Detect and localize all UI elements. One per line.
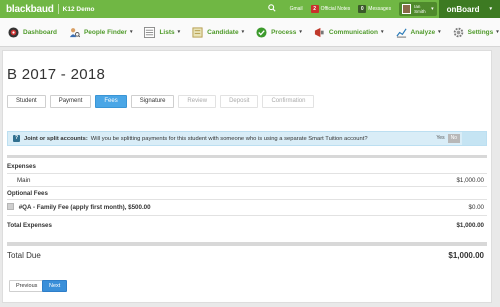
chevron-down-icon: ▾	[496, 29, 499, 35]
optional-fee-checkbox[interactable]	[7, 202, 14, 210]
alert-title: Joint or split accounts:	[24, 135, 88, 142]
tab-signature[interactable]: Signature	[130, 95, 175, 108]
official-notes-count: 2	[310, 5, 319, 13]
nav-label: Dashboard	[23, 28, 57, 36]
optional-fee-label: #QA - Family Fee (apply first month), $5…	[18, 204, 151, 211]
official-notes-label: Official Notes	[320, 6, 351, 12]
main-fee-label: Main	[17, 177, 31, 184]
divider	[7, 173, 487, 174]
no-button[interactable]: No	[447, 134, 460, 143]
total-due-label: Total Due	[7, 251, 41, 260]
tab-fees[interactable]: Fees	[95, 95, 127, 108]
user-last-name: Smith	[414, 9, 426, 14]
total-due-row: Total Due $1,000.00	[7, 251, 487, 260]
nav-label: Process	[271, 28, 297, 36]
messages-label: Messages	[368, 6, 392, 12]
main-nav: Dashboard People Finder ▾ Lists ▾ Candid…	[0, 18, 500, 47]
people-icon	[69, 27, 81, 38]
table-row: #QA - Family Fee (apply first month), $5…	[7, 202, 487, 211]
tab-student[interactable]: Student	[7, 95, 46, 108]
dashboard-icon	[8, 26, 19, 38]
chevron-down-icon: ▾	[438, 29, 441, 35]
chevron-down-icon: ▾	[129, 29, 133, 35]
optional-fees-heading: Optional Fees	[7, 190, 48, 197]
nav-item-people-finder[interactable]: People Finder ▾	[69, 27, 133, 38]
nav-label: Communication	[328, 28, 379, 36]
table-header-bar	[7, 155, 487, 158]
brand-logo[interactable]: blackbaud	[6, 4, 54, 15]
total-expenses-amount: $1,000.00	[456, 222, 484, 229]
nav-item-settings[interactable]: Settings ▾	[453, 27, 499, 38]
yes-no-toggle: Yes No	[433, 134, 460, 143]
next-button[interactable]: Next	[42, 280, 68, 292]
search-icon[interactable]	[267, 4, 276, 14]
tab-review: Review	[178, 95, 217, 108]
table-row: Total Expenses $1,000.00	[7, 222, 487, 229]
lists-icon	[144, 26, 156, 38]
nav-item-communication[interactable]: Communication ▾	[314, 27, 384, 38]
messages-link[interactable]: 0 Messages	[358, 5, 391, 13]
nav-item-candidate[interactable]: Candidate ▾	[192, 26, 245, 38]
nav-label: Candidate	[207, 28, 239, 36]
process-check-icon	[256, 26, 267, 38]
user-name: Ian Smith	[414, 4, 428, 14]
alert-message: Will you be splitting payments for this …	[90, 135, 368, 142]
chevron-down-icon: ▾	[241, 29, 245, 35]
candidate-icon	[192, 26, 203, 38]
main-fee-amount: $1,000.00	[456, 177, 484, 184]
chevron-down-icon: ▾	[299, 29, 302, 35]
split-account-alert: ? Joint or split accounts: Will you be s…	[7, 131, 487, 146]
chevron-down-icon: ▾	[381, 29, 384, 35]
page-title: B 2017 - 2018	[7, 66, 106, 83]
megaphone-icon	[314, 27, 325, 38]
optional-fee-amount: $0.00	[468, 204, 484, 211]
nav-item-lists[interactable]: Lists ▾	[144, 26, 181, 38]
info-icon: ?	[13, 135, 20, 142]
brand-divider	[57, 4, 59, 14]
nav-label: Analyze	[410, 28, 436, 36]
product-name: onBoard	[446, 4, 480, 14]
divider	[7, 199, 487, 200]
yes-button[interactable]: Yes	[433, 134, 447, 143]
tab-payment[interactable]: Payment	[49, 95, 92, 108]
gmail-link[interactable]: Gmail	[290, 6, 303, 12]
nav-label: Lists	[159, 28, 175, 36]
divider	[7, 215, 487, 216]
tab-deposit: Deposit	[220, 95, 259, 108]
chart-icon	[395, 27, 407, 38]
nav-item-dashboard[interactable]: Dashboard	[8, 26, 57, 38]
step-tabs: Student Payment Fees Signature Review De…	[7, 95, 318, 108]
gear-icon	[453, 27, 464, 38]
top-bar-right: Gmail 2 Official Notes 0 Messages Ian Sm…	[267, 0, 500, 18]
nav-label: Settings	[467, 28, 494, 36]
top-bar: blackbaud K12 Demo Gmail 2 Official Note…	[0, 0, 500, 18]
product-switcher[interactable]: onBoard ▾	[438, 0, 500, 18]
messages-count: 0	[358, 5, 367, 13]
school-name: K12 Demo	[62, 5, 95, 13]
total-expenses-label: Total Expenses	[7, 222, 52, 229]
expenses-heading: Expenses	[7, 163, 36, 170]
official-notes-link[interactable]: 2 Official Notes	[310, 5, 351, 13]
chevron-down-icon: ▾	[177, 29, 181, 35]
nav-item-process[interactable]: Process ▾	[256, 26, 302, 38]
total-due-bar	[7, 242, 487, 246]
avatar	[402, 4, 412, 14]
alert-side-panel	[462, 132, 486, 145]
nav-item-analyze[interactable]: Analyze ▾	[395, 27, 441, 38]
previous-button[interactable]: Previous	[9, 280, 45, 292]
total-due-amount: $1,000.00	[448, 251, 484, 260]
chevron-down-icon: ▾	[489, 6, 492, 12]
user-menu[interactable]: Ian Smith ▾	[399, 2, 437, 16]
tab-confirmation: Confirmation	[262, 95, 315, 108]
chevron-down-icon: ▾	[431, 6, 434, 12]
table-row: Main $1,000.00	[7, 177, 487, 184]
divider	[7, 186, 487, 187]
nav-label: People Finder	[83, 28, 127, 36]
